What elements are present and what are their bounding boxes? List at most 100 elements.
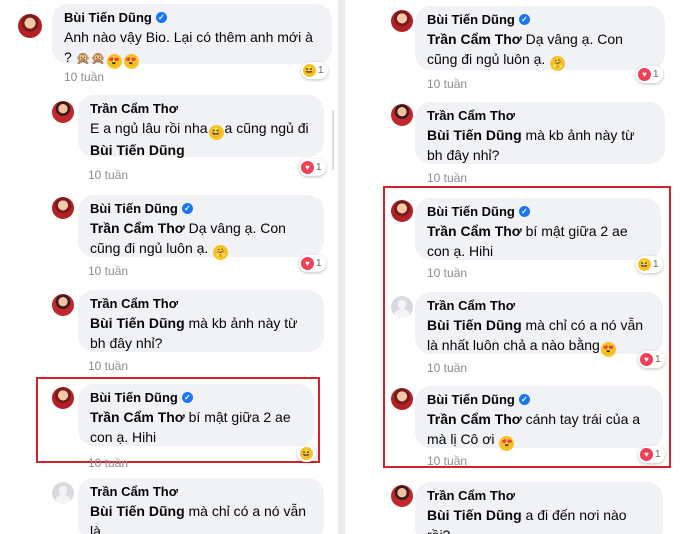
comment-bubble: Trần Cẩm Thơ Bùi Tiến Dũng mà kb ảnh này… (415, 102, 665, 164)
heart-reaction-icon: ♥ (301, 257, 314, 270)
heart-reaction-icon: ♥ (301, 161, 314, 174)
commenter-name[interactable]: Trần Cẩm Thơ (90, 296, 178, 311)
comment-time[interactable]: 10 tuần (64, 70, 104, 84)
commenter-name[interactable]: Bùi Tiến Dũng (90, 390, 178, 405)
comment-text: Trần Cẩm Thơ Dạ vâng ạ. Con cũng đi ngủ … (90, 220, 286, 260)
comment-text: Bùi Tiến Dũng mà kb ảnh này từ bh đây nh… (427, 127, 635, 163)
reaction-count[interactable]: ♥ 1 (636, 66, 663, 83)
hug-emoji: 🤗 (550, 56, 566, 71)
comment-bubble: Bùi Tiến Dũng ✓ Trần Cẩm Thơ cánh tay trá… (415, 386, 663, 451)
avatar[interactable] (52, 387, 74, 409)
laughing-emoji: 😆 (208, 125, 224, 140)
heart-eyes-emoji: 😍 (499, 436, 515, 451)
commenter-name[interactable]: Trần Cẩm Thơ (90, 484, 178, 499)
comment-text: Trần Cẩm Thơ bí mật giữa 2 ae con ạ. Hih… (427, 223, 628, 259)
avatar[interactable] (52, 294, 74, 316)
comment-time[interactable]: 10 tuần (88, 456, 128, 470)
mention-link[interactable]: Bùi Tiến Dũng (427, 317, 522, 333)
mention-link[interactable]: Bùi Tiến Dũng (90, 142, 185, 158)
comment-time[interactable]: 10 tuần (88, 264, 128, 278)
heart-eyes-emoji: 😍 (123, 54, 139, 69)
comment-bubble: Bùi Tiến Dũng ✓ Trần Cẩm Thơ bí mật giữa … (415, 198, 661, 260)
scrollbar[interactable] (332, 110, 334, 170)
commenter-name[interactable]: Trần Cẩm Thơ (427, 488, 515, 503)
comment-text: Bùi Tiến Dũng a đi đến nơi nào rồi? (427, 507, 627, 534)
comment-text: Anh nào vậy Bio. Lại có thêm anh mới à ?… (64, 29, 313, 69)
comment-text: Bùi Tiến Dũng mà kb ảnh này từ bh đây nh… (90, 315, 298, 351)
heart-reaction-icon: ♥ (640, 448, 653, 461)
verified-badge-icon: ✓ (181, 203, 193, 214)
mention-link[interactable]: Trần Cẩm Thơ (90, 409, 185, 425)
mention-link[interactable]: Trần Cẩm Thơ (427, 411, 522, 427)
verified-badge-icon: ✓ (518, 394, 530, 405)
comment-text: E a ngủ lâu rồi nha 😆 a cũng ngủ đi Bùi Tiế… (90, 120, 309, 158)
verified-badge-icon: ✓ (518, 14, 530, 25)
laugh-reaction-icon: 😆 (300, 447, 313, 460)
reaction-count[interactable]: ♥ 1 (638, 351, 665, 368)
heart-reaction-icon: ♥ (640, 353, 653, 366)
reaction-count[interactable]: 😆 1 (301, 62, 328, 79)
comment-bubble: Trần Cẩm Thơ E a ngủ lâu rồi nha 😆 a cũng … (78, 95, 324, 158)
avatar[interactable] (391, 485, 413, 507)
default-avatar-icon[interactable] (391, 296, 413, 318)
reaction-count[interactable]: ♥ 1 (638, 446, 665, 463)
mention-link[interactable]: Trần Cẩm Thơ (427, 31, 522, 47)
avatar[interactable] (391, 104, 413, 126)
comment-bubble: Trần Cẩm Thơ Bùi Tiến Dũng mà chỉ có a n… (415, 292, 663, 357)
reaction-count[interactable]: ♥ 1 (299, 255, 326, 272)
comment-time[interactable]: 10 tuần (427, 361, 467, 375)
reaction-count[interactable]: ♥ 1 (299, 159, 326, 176)
comment-bubble: Bùi Tiến Dũng ✓ Anh nào vậy Bio. Lại có t… (52, 4, 332, 69)
commenter-name[interactable]: Bùi Tiến Dũng (64, 10, 152, 25)
avatar[interactable] (391, 388, 413, 410)
default-avatar-icon[interactable] (52, 482, 74, 504)
comment-bubble: Bùi Tiến Dũng ✓ Trần Cẩm Thơ bí mật giữa … (78, 384, 314, 446)
mention-link[interactable]: Bùi Tiến Dũng (427, 127, 522, 143)
commenter-name[interactable]: Trần Cẩm Thơ (427, 108, 515, 123)
verified-badge-icon: ✓ (181, 392, 193, 403)
reaction-count[interactable]: 😆 (297, 445, 316, 462)
heart-eyes-emoji: 😍 (600, 342, 616, 357)
mention-link[interactable]: Bùi Tiến Dũng (90, 503, 185, 519)
mention-link[interactable]: Bùi Tiến Dũng (427, 507, 522, 523)
panel-divider (338, 0, 345, 534)
commenter-name[interactable]: Trần Cẩm Thơ (427, 298, 515, 313)
mention-link[interactable]: Bùi Tiến Dũng (90, 315, 185, 331)
heart-eyes-emoji: 😍 (106, 54, 122, 69)
reaction-count[interactable]: 😆 1 (636, 256, 663, 273)
comment-time[interactable]: 10 tuần (427, 454, 467, 468)
comment-time[interactable]: 10 tuần (427, 171, 467, 185)
comment-bubble: Bùi Tiến Dũng ✓ Trần Cẩm Thơ Dạ vâng ạ. C… (415, 6, 665, 71)
verified-badge-icon: ✓ (518, 206, 530, 217)
commenter-name[interactable]: Bùi Tiến Dũng (427, 204, 515, 219)
avatar[interactable] (18, 14, 42, 38)
avatar[interactable] (391, 200, 413, 222)
comment-text: Trần Cẩm Thơ Dạ vâng ạ. Con cũng đi ngủ … (427, 31, 623, 71)
comment-text: Trần Cẩm Thơ cánh tay trái của a mà lị C… (427, 411, 641, 451)
comment-text: Bùi Tiến Dũng mà chỉ có a nó vẫn là (90, 503, 307, 534)
comment-text: Bùi Tiến Dũng mà chỉ có a nó vẫn là nhất… (427, 317, 644, 357)
comments-panel-left: Bùi Tiến Dũng ✓ Anh nào vậy Bio. Lại có t… (0, 0, 338, 534)
commenter-name[interactable]: Bùi Tiến Dũng (90, 201, 178, 216)
comment-time[interactable]: 10 tuần (427, 266, 467, 280)
comment-time[interactable]: 10 tuần (427, 77, 467, 91)
laugh-reaction-icon: 😆 (303, 64, 316, 77)
comment-bubble: Bùi Tiến Dũng ✓ Trần Cẩm Thơ Dạ vâng ạ. C… (78, 195, 324, 260)
comment-text: Trần Cẩm Thơ bí mật giữa 2 ae con ạ. Hih… (90, 409, 291, 445)
commenter-name[interactable]: Bùi Tiến Dũng (427, 12, 515, 27)
avatar[interactable] (52, 101, 74, 123)
mention-link[interactable]: Trần Cẩm Thơ (90, 220, 185, 236)
comment-time[interactable]: 10 tuần (88, 168, 128, 182)
comment-bubble: Trần Cẩm Thơ Bùi Tiến Dũng mà chỉ có a n… (78, 478, 324, 534)
laugh-reaction-icon: 😆 (638, 258, 651, 271)
heart-reaction-icon: ♥ (638, 68, 651, 81)
commenter-name[interactable]: Bùi Tiến Dũng (427, 392, 515, 407)
commenter-name[interactable]: Trần Cẩm Thơ (90, 101, 178, 116)
avatar[interactable] (52, 197, 74, 219)
comments-panel-right: Bùi Tiến Dũng ✓ Trần Cẩm Thơ Dạ vâng ạ. C… (345, 0, 680, 534)
comment-time[interactable]: 10 tuần (88, 359, 128, 373)
comment-bubble: Trần Cẩm Thơ Bùi Tiến Dũng mà kb ảnh này… (78, 290, 324, 352)
mention-link[interactable]: Trần Cẩm Thơ (427, 223, 522, 239)
verified-badge-icon: ✓ (155, 12, 167, 23)
avatar[interactable] (391, 10, 413, 32)
